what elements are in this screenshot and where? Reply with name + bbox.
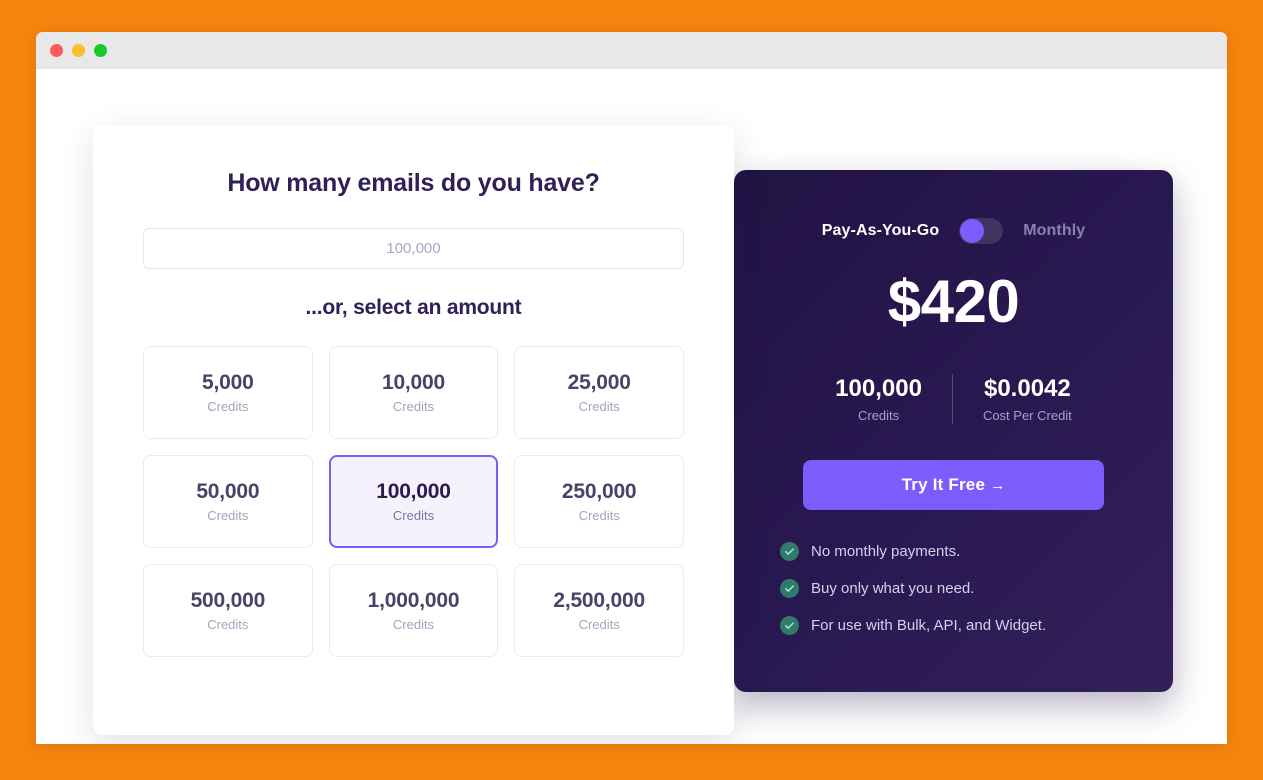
- credit-option-2500000[interactable]: 2,500,000 Credits: [514, 564, 684, 657]
- feature-text: No monthly payments.: [811, 543, 961, 560]
- credit-amount: 500,000: [190, 589, 266, 612]
- list-item: Buy only what you need.: [780, 579, 1135, 598]
- page-viewport: Pay-As-You-Go Monthly $420 100,000 Credi…: [36, 69, 1227, 744]
- plan-label-pay-as-you-go[interactable]: Pay-As-You-Go: [822, 222, 939, 240]
- credit-unit: Credits: [578, 508, 620, 523]
- email-calculator-card: How many emails do you have? ...or, sele…: [93, 125, 734, 735]
- credit-amount: 10,000: [381, 371, 445, 394]
- check-circle-icon: [780, 579, 799, 598]
- credit-unit: Credits: [207, 508, 249, 523]
- credit-option-250000[interactable]: 250,000 Credits: [514, 455, 684, 548]
- close-window-button[interactable]: [50, 44, 63, 57]
- browser-titlebar: [36, 32, 1227, 69]
- credit-unit: Credits: [207, 399, 249, 414]
- stat-cost-per-credit-value: $0.0042: [983, 375, 1071, 403]
- credit-unit: Credits: [392, 617, 435, 632]
- stat-cost-per-credit-label: Cost Per Credit: [982, 407, 1072, 423]
- browser-window: Pay-As-You-Go Monthly $420 100,000 Credi…: [36, 32, 1227, 744]
- credit-unit: Credits: [578, 399, 620, 414]
- credit-amount: 25,000: [567, 371, 631, 394]
- list-item: For use with Bulk, API, and Widget.: [780, 616, 1135, 635]
- credit-option-25000[interactable]: 25,000 Credits: [514, 346, 684, 439]
- pricing-summary-panel: Pay-As-You-Go Monthly $420 100,000 Credi…: [734, 170, 1173, 692]
- credit-amount: 100,000: [376, 480, 451, 503]
- check-circle-icon: [780, 542, 799, 561]
- plan-label-monthly[interactable]: Monthly: [1023, 222, 1085, 240]
- credit-amount: 50,000: [196, 480, 260, 503]
- credit-option-5000[interactable]: 5,000 Credits: [143, 346, 313, 439]
- try-it-free-button[interactable]: Try It Free →: [803, 460, 1104, 510]
- credit-option-50000[interactable]: 50,000 Credits: [143, 455, 313, 548]
- cta-label: Try It Free: [901, 475, 986, 494]
- credit-amount: 1,000,000: [367, 589, 460, 612]
- billing-plan-switch[interactable]: [959, 218, 1004, 244]
- arrow-right-icon: →: [990, 477, 1006, 494]
- credit-option-500000[interactable]: 500,000 Credits: [143, 564, 313, 657]
- credit-amount: 5,000: [202, 371, 254, 394]
- total-price: $420: [887, 268, 1020, 335]
- credit-option-100000[interactable]: 100,000 Credits: [328, 455, 499, 548]
- feature-text: For use with Bulk, API, and Widget.: [811, 617, 1047, 634]
- price-stats: 100,000 Credits $0.0042 Cost Per Credit: [772, 374, 1135, 424]
- stat-credits: 100,000 Credits: [805, 375, 952, 423]
- check-circle-icon: [780, 616, 799, 635]
- minimize-window-button[interactable]: [72, 44, 85, 57]
- billing-plan-toggle-row: Pay-As-You-Go Monthly: [772, 218, 1135, 244]
- credit-unit: Credits: [392, 399, 435, 414]
- credit-unit: Credits: [578, 617, 620, 632]
- switch-knob: [960, 219, 985, 243]
- page-title: How many emails do you have?: [227, 169, 600, 197]
- stat-credits-label: Credits: [857, 407, 900, 423]
- email-count-input[interactable]: [143, 228, 684, 269]
- maximize-window-button[interactable]: [94, 44, 107, 57]
- credit-unit: Credits: [207, 617, 249, 632]
- credit-option-10000[interactable]: 10,000 Credits: [328, 346, 499, 439]
- stat-credits-value: 100,000: [835, 375, 922, 403]
- stat-cost-per-credit: $0.0042 Cost Per Credit: [953, 375, 1102, 423]
- feature-list: No monthly payments. Buy only what you n…: [780, 542, 1135, 635]
- credit-unit: Credits: [392, 508, 435, 523]
- credit-option-1000000[interactable]: 1,000,000 Credits: [328, 564, 499, 657]
- credit-amount: 250,000: [561, 480, 637, 503]
- credit-amount: 2,500,000: [553, 589, 645, 612]
- credit-option-grid: 5,000 Credits 10,000 Credits 25,000 Cred…: [143, 346, 684, 657]
- select-amount-subtitle: ...or, select an amount: [305, 296, 522, 319]
- feature-text: Buy only what you need.: [811, 580, 975, 597]
- list-item: No monthly payments.: [780, 542, 1135, 561]
